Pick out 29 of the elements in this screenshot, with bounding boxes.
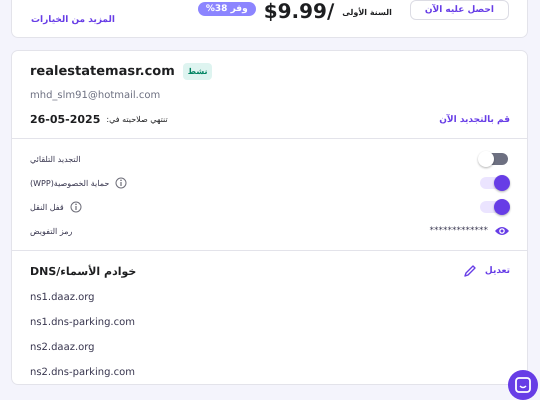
nameserver-text: ns2.dns-parking.com [30, 367, 136, 378]
chat-icon [514, 376, 532, 394]
discount-badge: وفر 38% [198, 2, 256, 16]
pencil-icon[interactable] [462, 264, 477, 278]
eye-icon[interactable] [494, 225, 510, 237]
setting-label: قفل النقل [30, 202, 64, 212]
expiry-date: 26-05-2025 [30, 113, 100, 126]
get-now-button[interactable]: احصل عليه الآن [410, 0, 509, 20]
renew-now-link[interactable]: قم بالتجديد الآن [439, 114, 510, 124]
toggle-switch[interactable] [480, 177, 508, 189]
toggle-switch[interactable] [480, 201, 508, 213]
nameserver-text: ns1.daaz.org [30, 292, 96, 303]
setting-label: رمز التفويض [30, 226, 72, 236]
period-text: السنة الأولى [342, 8, 392, 17]
nameserver-text: ns1.dns-parking.com [30, 317, 136, 328]
edit-link[interactable]: تعديل [484, 266, 510, 276]
price-text: $9.99/ [264, 0, 334, 22]
auth-code-text: ************* [430, 226, 488, 236]
nameserver-text: ns2.daaz.org [30, 342, 96, 353]
status-badge: نشط [182, 63, 212, 80]
nameservers-title: خوادم الأسماء/DNS [30, 264, 136, 278]
more-options-link[interactable]: المزيد من الخيارات [31, 14, 115, 24]
setting-label: التجديد التلقائي [30, 154, 81, 164]
chat-button[interactable] [508, 370, 538, 400]
toggle-switch[interactable] [480, 153, 508, 165]
email-text: mhd_slm91@hotmail.com [30, 90, 162, 101]
domain-name: realestatemasr.com [30, 64, 175, 79]
setting-label: حماية الخصوصية(WPP) [30, 178, 110, 188]
expiry-label: تنتهي صلاحيته في: [106, 115, 168, 124]
